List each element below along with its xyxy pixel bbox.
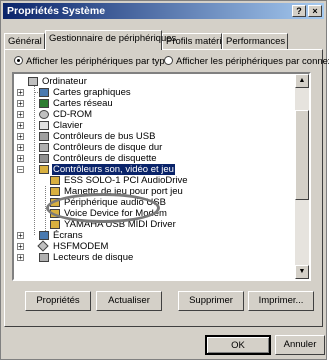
radio-dot-unselected[interactable] (164, 56, 173, 65)
tree-item-label: Écrans (53, 230, 83, 241)
tree-item-label: Lecteurs de disque (53, 252, 134, 263)
tree-item-floppy[interactable]: + Contrôleurs de disquette (14, 153, 234, 164)
tree-item-label: HSFMODEM (53, 241, 109, 252)
network-card-icon (39, 99, 49, 108)
expand-icon[interactable]: + (17, 144, 24, 152)
tree-item-display[interactable]: + Cartes graphiques (14, 87, 234, 98)
expand-icon[interactable]: + (17, 155, 24, 163)
scroll-up-icon[interactable]: ▲ (295, 74, 309, 88)
tree-item-network[interactable]: + Cartes réseau (14, 98, 234, 109)
sound-device-icon (50, 187, 60, 196)
monitor-icon (39, 231, 49, 240)
display-adapter-icon (39, 88, 49, 97)
tree-item-label: Contrôleurs de disquette (53, 153, 157, 164)
help-button[interactable]: ? (292, 5, 306, 17)
sound-icon (39, 165, 49, 174)
remove-button[interactable]: Supprimer (178, 291, 244, 311)
disk-drive-icon (39, 253, 49, 262)
tree-item-label: Contrôleurs de disque dur (53, 142, 163, 153)
properties-button[interactable]: Propriétés (25, 291, 91, 311)
harddisk-icon (39, 143, 49, 152)
window-title: Propriétés Système (7, 5, 106, 17)
tab-device-manager[interactable]: Gestionnaire de périphériques (45, 30, 176, 50)
tab-general[interactable]: Général (4, 33, 45, 49)
expand-icon[interactable]: + (17, 89, 24, 97)
ok-button[interactable]: OK (205, 335, 271, 355)
device-tree[interactable]: Ordinateur + Cartes graphiques + Cartes … (12, 72, 311, 281)
expand-icon[interactable]: + (17, 122, 24, 130)
tree-root-label: Ordinateur (42, 76, 87, 87)
usb-icon (39, 132, 49, 141)
tree-item-label: Cartes réseau (53, 98, 113, 109)
tree-item-sound[interactable]: − Contrôleurs son, vidéo et jeu (14, 164, 234, 175)
expand-icon[interactable]: + (17, 133, 24, 141)
tree-subitem-ess[interactable]: ESS SOLO-1 PCI AudioDrive (14, 175, 234, 186)
tree-item-monitors[interactable]: + Écrans (14, 230, 234, 241)
cancel-button[interactable]: Annuler (275, 335, 325, 355)
tree-item-label: Contrôleurs de bus USB (53, 131, 156, 142)
floppy-icon (39, 154, 49, 163)
tree-item-label-selected: Contrôleurs son, vidéo et jeu (52, 164, 175, 175)
tree-item-label: ESS SOLO-1 PCI AudioDrive (64, 175, 188, 186)
tree-item-cdrom[interactable]: + CD-ROM (14, 109, 234, 120)
radio-dot-selected[interactable] (14, 56, 23, 65)
radio-view-by-type[interactable]: Afficher les périphériques par type (14, 56, 170, 67)
tree-item-label: Cartes graphiques (53, 87, 131, 98)
tree-item-keyboard[interactable]: + Clavier (14, 120, 234, 131)
expand-icon[interactable]: + (17, 100, 24, 108)
tree-vertical-scrollbar[interactable]: ▲ ▼ (295, 74, 309, 279)
print-button[interactable]: Imprimer... (248, 291, 314, 311)
radio-by-type-label: Afficher les périphériques par type (26, 56, 170, 67)
computer-icon (28, 77, 38, 86)
radio-view-by-connection[interactable]: Afficher les périphériques par connexion (164, 56, 329, 67)
modem-icon (37, 240, 49, 252)
cdrom-icon (39, 110, 49, 119)
tab-performance[interactable]: Performances (222, 33, 288, 49)
keyboard-icon (39, 121, 49, 130)
sound-device-icon (50, 176, 60, 185)
close-button[interactable]: × (308, 5, 322, 17)
tree-root[interactable]: Ordinateur (14, 76, 214, 87)
expand-icon[interactable]: + (17, 254, 24, 262)
tree-item-harddisk[interactable]: + Contrôleurs de disque dur (14, 142, 234, 153)
tree-item-label: Clavier (53, 120, 83, 131)
tree-item-label: CD-ROM (53, 109, 93, 120)
collapse-icon[interactable]: − (17, 166, 24, 174)
scroll-down-icon[interactable]: ▼ (295, 265, 309, 279)
highlight-circle (46, 193, 160, 223)
expand-icon[interactable]: + (17, 232, 24, 240)
refresh-button[interactable]: Actualiser (96, 291, 162, 311)
scroll-thumb[interactable] (295, 110, 309, 200)
title-bar: Propriétés Système ? × (3, 3, 324, 19)
tree-item-usb[interactable]: + Contrôleurs de bus USB (14, 131, 234, 142)
tree-item-disk-drives[interactable]: + Lecteurs de disque (14, 252, 234, 263)
tree-item-modem[interactable]: + HSFMODEM (14, 240, 234, 252)
sound-device-icon (50, 220, 60, 229)
radio-by-connection-label: Afficher les périphériques par connexion (176, 56, 329, 67)
expand-icon[interactable]: + (17, 243, 24, 251)
expand-icon[interactable]: + (17, 111, 24, 119)
